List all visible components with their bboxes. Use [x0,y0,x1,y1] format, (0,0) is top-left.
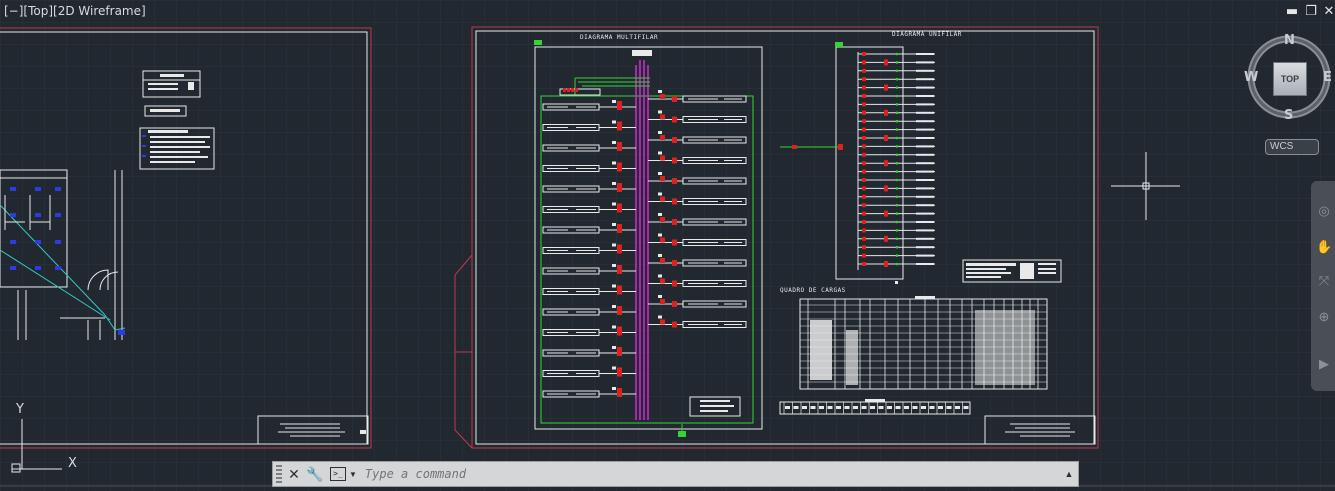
zoom-extents-icon[interactable]: ⤧ [1316,273,1332,289]
customize-wrench-icon[interactable]: 🔧 [306,465,324,483]
compass-north[interactable]: N [1284,33,1295,48]
command-line-grip[interactable] [276,465,282,483]
command-prompt-icon[interactable]: >_ [330,467,346,481]
minimize-icon[interactable]: ▬ [1284,4,1300,20]
view-menu[interactable]: [Top] [23,4,53,18]
restore-icon[interactable]: ❐ [1303,4,1319,20]
compass-south[interactable]: S [1284,108,1293,123]
ucs-x-label: X [68,456,77,471]
command-history-expand-icon[interactable]: ▲ [1060,469,1078,479]
drawing-canvas[interactable] [0,0,1335,491]
unifilar-title: DIAGRAMA UNIFILAR [892,31,962,38]
compass-west[interactable]: W [1244,70,1258,85]
orbit-icon[interactable]: ⊕ [1316,309,1332,325]
pan-icon[interactable]: ✋ [1316,239,1332,255]
visual-style-menu[interactable]: [2D Wireframe] [53,4,146,18]
loads-title: QUADRO DE CARGAS [780,287,846,294]
multifilar-title: DIAGRAMA MULTIFILAR [580,34,659,41]
command-input[interactable] [362,466,1060,482]
model-space-viewport[interactable]: [−][Top][2D Wireframe] DIAGRAMA MULTIFIL… [0,0,1335,491]
viewcube-top-face[interactable]: TOP [1273,62,1307,96]
compass-east[interactable]: E [1323,70,1332,85]
viewport-controls-label: [−][Top][2D Wireframe] [4,4,146,18]
viewport-controls-menu[interactable]: [−] [4,4,23,18]
ucs-y-label: Y [16,402,24,417]
steering-wheel-icon[interactable]: ◎ [1316,203,1332,219]
command-line: ✕ 🔧 >_ ▼ ▲ [272,461,1079,487]
recent-commands-dropdown-icon[interactable]: ▼ [349,470,357,479]
wcs-menu[interactable]: WCS [1265,139,1319,155]
close-command-line-icon[interactable]: ✕ [285,465,303,483]
showmotion-icon[interactable]: ▶ [1316,356,1332,372]
close-icon[interactable]: ✕ [1321,4,1335,20]
navigation-bar: ◎ ✋ ⤧ ⊕ ▶ [1311,181,1335,391]
